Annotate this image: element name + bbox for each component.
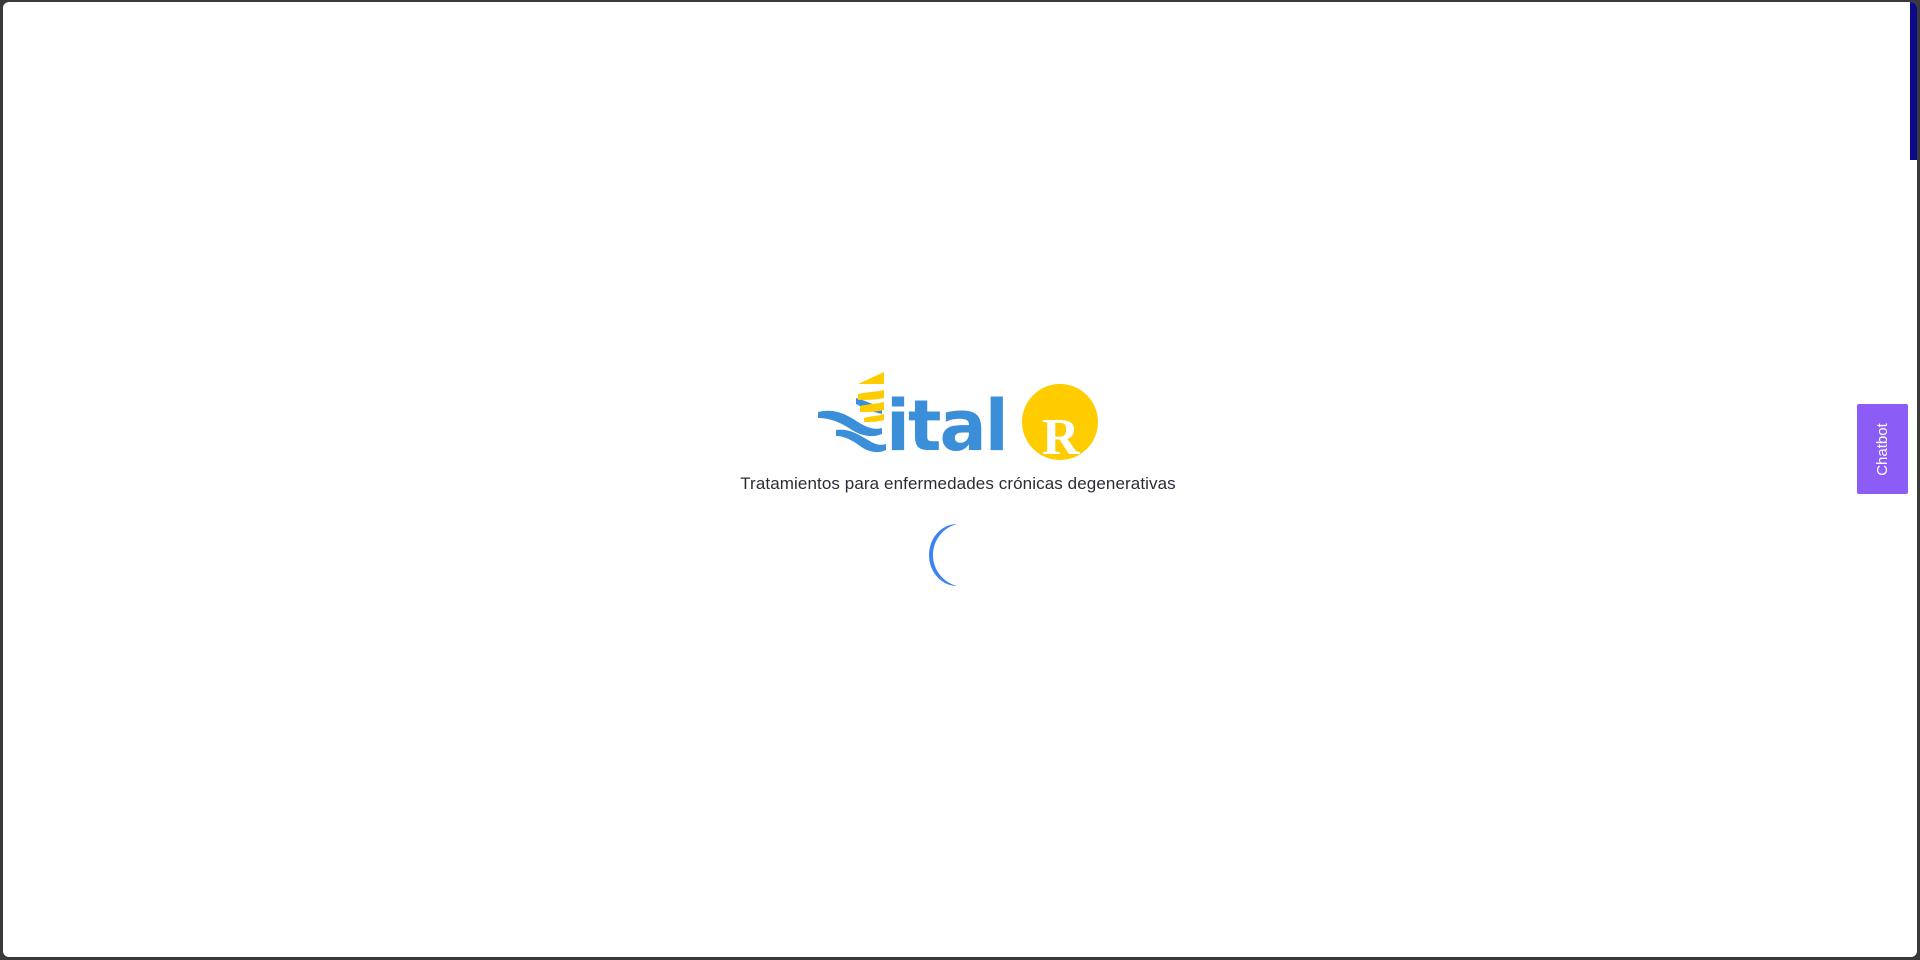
page-loader: ital R Tratamientos para enfermedades cr… bbox=[3, 2, 1917, 957]
chatbot-button[interactable]: Chatbot bbox=[1857, 404, 1908, 494]
browser-viewport: ital R Tratamientos para enfermedades cr… bbox=[3, 2, 1917, 957]
logo-badge-letter: R bbox=[1042, 409, 1081, 466]
logo-wordmark: ital bbox=[886, 385, 1007, 466]
loading-spinner-icon bbox=[929, 524, 957, 586]
tagline: Tratamientos para enfermedades crónicas … bbox=[740, 474, 1176, 493]
chatbot-label: Chatbot bbox=[1874, 422, 1892, 476]
logo-badge: R bbox=[1022, 384, 1098, 466]
sun-rays-icon bbox=[858, 372, 884, 422]
vitalr-logo: ital R bbox=[818, 372, 1098, 466]
